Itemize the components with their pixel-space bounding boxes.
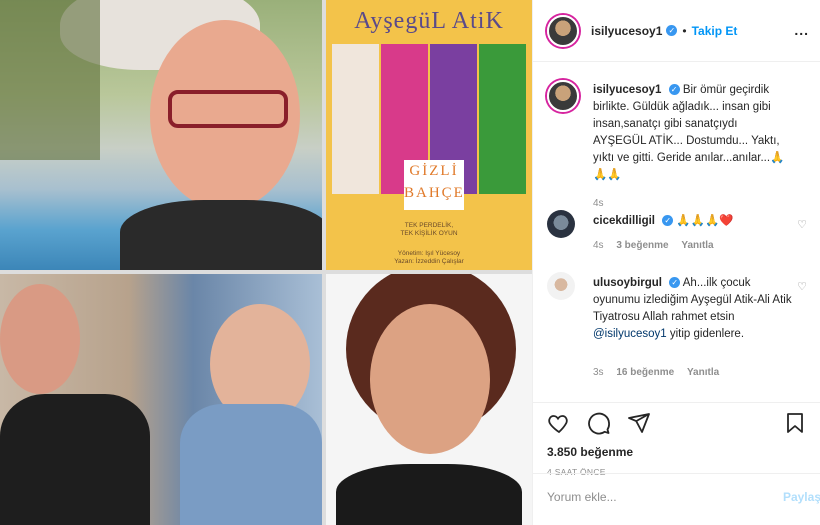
- list-item: ulusoybirgul ✓ Ah...ilk çocuk oyunumu iz…: [547, 272, 809, 382]
- verified-badge-icon: ✓: [669, 277, 681, 289]
- caption-body: Bir ömür geçirdik birlikte. Güldük ağlad…: [593, 84, 785, 181]
- separator-dot: •: [682, 23, 687, 38]
- comment-input[interactable]: [547, 490, 757, 504]
- like-comment-icon[interactable]: ♡: [797, 280, 807, 293]
- more-options-icon[interactable]: ...: [794, 22, 809, 38]
- likes-count[interactable]: 3.850 beğenme: [547, 445, 633, 459]
- caption: isilyucesoy1 ✓ Bir ömür geçirdik birlikt…: [547, 80, 809, 209]
- comment-time[interactable]: 3s: [593, 367, 604, 378]
- comment-body-end: yitip gidenlere.: [666, 328, 745, 340]
- avatar[interactable]: [547, 80, 579, 112]
- header-username[interactable]: isilyucesoy1: [591, 24, 662, 38]
- comments-list: isilyucesoy1 ✓ Bir ömür geçirdik birlikt…: [533, 62, 820, 402]
- add-comment-bar: Paylaş: [533, 473, 820, 525]
- verified-badge-icon: ✓: [668, 84, 680, 96]
- follow-button[interactable]: Takip Et: [692, 24, 738, 38]
- instagram-post-view: AyşegüL AtiK GİZLİ BAHÇE TEK PERDELİK, T…: [0, 0, 820, 525]
- caption-text: isilyucesoy1 ✓ Bir ömür geçirdik birlikt…: [593, 82, 793, 184]
- caption-time[interactable]: 4s: [593, 198, 604, 209]
- verified-badge-icon: ✓: [662, 215, 674, 227]
- poster-credits: Yönetim: Işıl Yücesoy Yazan: İzzeddin Ça…: [394, 250, 464, 265]
- comment-likes[interactable]: 16 beğenme: [616, 367, 674, 378]
- action-icons: [547, 411, 651, 435]
- comment-meta: 3s 16 beğenme Yanıtla: [593, 367, 729, 378]
- photo-two-women: [0, 274, 322, 525]
- avatar[interactable]: [547, 272, 575, 300]
- comment-time[interactable]: 4s: [593, 240, 604, 251]
- caption-meta: 4s: [593, 198, 614, 209]
- comment-text: ulusoybirgul ✓ Ah...ilk çocuk oyunumu iz…: [593, 275, 793, 343]
- post-image[interactable]: AyşegüL AtiK GİZLİ BAHÇE TEK PERDELİK, T…: [0, 0, 532, 525]
- photo-woman-glasses: [0, 0, 322, 270]
- comment-username[interactable]: cicekdilligil: [593, 215, 655, 227]
- reply-button[interactable]: Yanıtla: [681, 240, 713, 251]
- photo-woman-smiling: [326, 274, 532, 525]
- caption-username[interactable]: isilyucesoy1: [593, 84, 661, 96]
- like-icon[interactable]: [547, 411, 571, 435]
- verified-badge-icon: ✓: [666, 25, 678, 36]
- comment-icon[interactable]: [587, 411, 611, 435]
- comment-likes[interactable]: 3 beğenme: [616, 240, 668, 251]
- comment-body: 🙏🙏🙏❤️: [676, 215, 734, 227]
- avatar[interactable]: [547, 14, 579, 47]
- mention-link[interactable]: @isilyucesoy1: [593, 328, 667, 340]
- poster-title: AyşegüL AtiK: [354, 8, 504, 34]
- photo-poster-gizli-bahce: AyşegüL AtiK GİZLİ BAHÇE TEK PERDELİK, T…: [326, 0, 532, 270]
- share-icon[interactable]: [627, 411, 651, 435]
- bookmark-icon[interactable]: [783, 411, 807, 435]
- post-header: isilyucesoy1 ✓ • Takip Et ...: [533, 0, 820, 62]
- post-side-panel: isilyucesoy1 ✓ • Takip Et ... isilyuceso…: [532, 0, 820, 525]
- list-item: cicekdilligil ✓ 🙏🙏🙏❤️ ♡ 4s 3 beğenme Yan…: [547, 210, 809, 260]
- comment-meta: 4s 3 beğenme Yanıtla: [593, 240, 724, 251]
- like-comment-icon[interactable]: ♡: [797, 218, 807, 231]
- reply-button[interactable]: Yanıtla: [687, 367, 719, 378]
- comment-username[interactable]: ulusoybirgul: [593, 277, 662, 289]
- post-comment-button[interactable]: Paylaş: [783, 490, 820, 504]
- avatar[interactable]: [547, 210, 575, 238]
- poster-play-title: GİZLİ BAHÇE: [404, 160, 464, 210]
- poster-subtitle: TEK PERDELİK, TEK KİŞİLİK OYUN: [400, 222, 458, 237]
- comment-text: cicekdilligil ✓ 🙏🙏🙏❤️: [593, 213, 793, 230]
